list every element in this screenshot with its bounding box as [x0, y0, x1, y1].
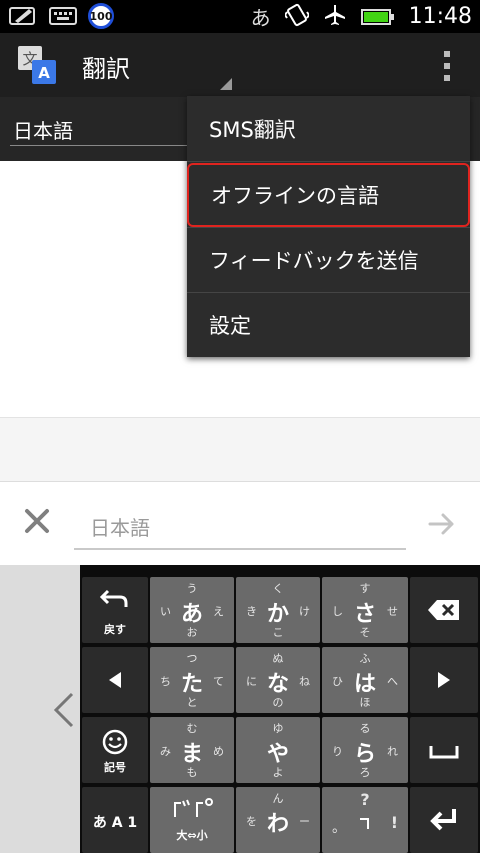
key-punct-top: ? [360, 790, 370, 809]
symbols-key[interactable]: 記号 [82, 717, 148, 783]
key-punctuation[interactable]: ? 。 ! [322, 787, 408, 853]
menu-divider [187, 161, 470, 162]
input-placeholder: 日本語 [90, 516, 150, 540]
key-na-right: ね [299, 675, 310, 688]
keyboard: 戻す う い あ え お く き か け こ す し さ せ そ つ ち た て… [80, 565, 480, 853]
key-wa-right: ー [299, 815, 310, 828]
overflow-menu: SMS翻訳 オフラインの言語 フィードバックを送信 設定 [187, 96, 470, 357]
key-punct-main: 。 [332, 820, 346, 836]
key-ha-right: へ [387, 675, 398, 688]
clear-icon[interactable] [24, 508, 50, 534]
action-bar: 文 A 翻訳 [0, 33, 480, 97]
key-ra[interactable]: る り ら れ ろ [322, 717, 408, 783]
input-mode-key[interactable]: あ A 1 [82, 787, 148, 853]
key-ya[interactable]: ゆ や よ [236, 717, 320, 783]
key-na-top: ぬ [272, 652, 284, 665]
key-ma-top: む [186, 722, 198, 735]
vibrate-icon [283, 2, 310, 32]
translate-input[interactable]: 日本語 [74, 502, 406, 550]
status-bar: 100 あ 11:48 [0, 0, 480, 33]
key-punct-right: ! [390, 813, 398, 832]
key-ra-bottom: ろ [359, 766, 371, 779]
key-ha-top: ふ [359, 652, 371, 665]
page-title: 翻訳 [82, 55, 130, 83]
smiley-icon [102, 729, 128, 755]
key-sa-bottom: そ [359, 626, 371, 639]
translate-app-icon[interactable]: 文 A [16, 44, 58, 86]
menu-item-settings[interactable]: 設定 [187, 293, 470, 357]
key-ha[interactable]: ふ ひ は へ ほ [322, 647, 408, 713]
svg-text:A: A [38, 64, 50, 82]
cursor-left-key[interactable] [82, 647, 148, 713]
clock: 11:48 [408, 4, 472, 29]
key-ta-bottom: と [186, 696, 198, 709]
source-language-selector[interactable]: 日本語 [13, 115, 73, 144]
menu-item-send-feedback[interactable]: フィードバックを送信 [187, 228, 470, 292]
key-ha-bottom: ほ [359, 696, 371, 709]
space-icon [429, 746, 459, 759]
key-ma-bottom: も [186, 766, 198, 779]
dakuten-icon [174, 798, 213, 817]
key-sa-right: せ [387, 605, 398, 618]
key-ma[interactable]: む み ま め も [150, 717, 234, 783]
source-language-underline [10, 145, 188, 146]
delete-key[interactable] [410, 577, 478, 643]
key-ma-right: め [213, 745, 224, 758]
spinner-indicator-icon [220, 78, 232, 90]
overflow-menu-icon[interactable] [442, 51, 452, 81]
key-wa-top: ん [272, 792, 284, 805]
back-key-label: 戻す [104, 623, 126, 636]
key-na-bottom: の [272, 696, 284, 709]
key-ra-right: れ [387, 745, 398, 758]
key-sa-top: す [359, 582, 371, 595]
keyboard-icon [48, 4, 78, 28]
key-ka-right: け [299, 605, 310, 618]
key-ka-bottom: こ [272, 626, 284, 639]
input-area: 日本語 [0, 481, 480, 565]
notification-badge: 100 [88, 3, 114, 29]
divider-band [0, 417, 480, 481]
input-mode-key-label: あ A 1 [92, 815, 138, 831]
key-ta-right: て [213, 675, 224, 688]
input-mode-indicator: あ [250, 6, 271, 30]
enter-icon [430, 809, 456, 831]
bracket-icon [360, 818, 369, 829]
key-a[interactable]: う い あ え お [150, 577, 234, 643]
key-sa[interactable]: す し さ せ そ [322, 577, 408, 643]
chevron-left-icon[interactable] [52, 690, 76, 730]
space-key[interactable] [410, 717, 478, 783]
key-ka[interactable]: く き か け こ [236, 577, 320, 643]
airplane-icon [323, 3, 347, 31]
key-a-right: え [213, 605, 224, 618]
case-toggle-key[interactable]: 大⇔小 [150, 787, 234, 853]
enter-key[interactable] [410, 787, 478, 853]
battery-icon [360, 8, 394, 25]
case-toggle-label: 大⇔小 [176, 829, 208, 842]
key-a-top: う [186, 582, 198, 595]
menu-item-offline-languages[interactable]: オフラインの言語 [187, 163, 470, 227]
menu-item-sms-translate[interactable]: SMS翻訳 [187, 97, 470, 161]
key-wa[interactable]: ん を わ ー [236, 787, 320, 853]
edit-icon [8, 4, 38, 28]
cursor-right-key[interactable] [410, 647, 478, 713]
arrow-right-icon[interactable] [428, 512, 456, 536]
key-ra-top: る [359, 722, 371, 735]
key-ta[interactable]: つ ち た て と [150, 647, 234, 713]
symbols-key-label: 記号 [104, 761, 126, 774]
key-ya-top: ゆ [272, 722, 284, 735]
key-ta-top: つ [186, 652, 198, 665]
key-ka-top: く [272, 582, 284, 595]
key-na[interactable]: ぬ に な ね の [236, 647, 320, 713]
key-a-bottom: お [186, 626, 198, 639]
key-ya-bottom: よ [272, 766, 284, 779]
back-key[interactable]: 戻す [82, 577, 148, 643]
